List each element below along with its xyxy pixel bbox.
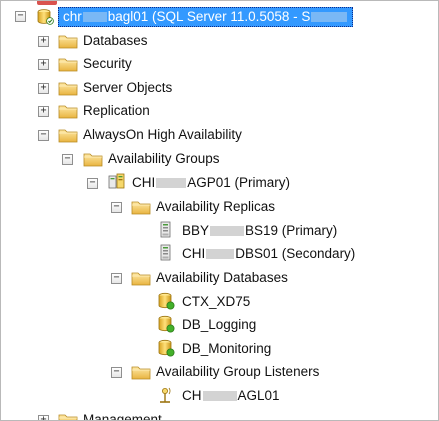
expand-toggle-icon[interactable]: + xyxy=(38,106,49,117)
replica-server-icon xyxy=(156,221,176,239)
listener-label[interactable]: CH AGL01 xyxy=(182,387,280,405)
collapse-toggle-icon[interactable]: − xyxy=(111,367,122,378)
expand-toggle-icon[interactable]: + xyxy=(38,36,49,47)
tree-node-listeners[interactable]: − Availability Group Listeners xyxy=(1,361,421,383)
tree-node-database[interactable]: DB_Logging xyxy=(1,314,421,336)
replica1-name-suffix: BS19 (Primary) xyxy=(245,223,338,238)
availability-replicas-label[interactable]: Availability Replicas xyxy=(156,198,275,216)
listener-name-suffix: AGL01 xyxy=(237,388,280,403)
listener-name-prefix: CH xyxy=(182,388,202,403)
database-label[interactable]: DB_Monitoring xyxy=(182,340,271,358)
server-label[interactable]: chr bagl01 (SQL Server 11.0.5058 - S xyxy=(58,7,354,27)
partial-top-icon xyxy=(37,1,57,5)
tree-node-availability-groups[interactable]: − Availability Groups xyxy=(1,148,421,170)
folder-icon xyxy=(131,269,151,287)
redacted-block xyxy=(210,226,245,237)
database-icon xyxy=(156,292,176,310)
folder-icon xyxy=(58,55,78,73)
availability-groups-label[interactable]: Availability Groups xyxy=(108,150,220,168)
tree-node-availability-replicas[interactable]: − Availability Replicas xyxy=(1,196,421,218)
ag-name-prefix: CHI xyxy=(132,175,156,190)
tree-node-listener[interactable]: CH AGL01 xyxy=(1,385,421,407)
folder-icon xyxy=(131,363,151,381)
folder-icon xyxy=(58,126,78,144)
replica-primary-label[interactable]: BBY BS19 (Primary) xyxy=(182,222,337,240)
server-name-suffix: bagl01 (SQL Server 11.0.5058 - S xyxy=(107,9,311,24)
redacted-block xyxy=(206,249,235,260)
expand-toggle-icon[interactable]: + xyxy=(38,415,49,420)
database-label[interactable]: DB_Logging xyxy=(182,316,256,334)
collapse-toggle-icon[interactable]: − xyxy=(111,202,122,213)
folder-icon xyxy=(131,198,151,216)
object-explorer-tree: − chr bagl01 (SQL Server 11.0.5058 - S + … xyxy=(0,0,439,421)
replica2-name-prefix: CHI xyxy=(182,246,206,261)
redacted-block xyxy=(156,178,187,189)
tree-node-availability-databases[interactable]: − Availability Databases xyxy=(1,267,421,289)
replica2-name-suffix: DBS01 (Secondary) xyxy=(235,246,356,261)
folder-icon xyxy=(58,79,78,97)
security-label[interactable]: Security xyxy=(83,55,132,73)
tree-node-replica-secondary[interactable]: CHI DBS01 (Secondary) xyxy=(1,243,421,265)
database-icon xyxy=(156,315,176,333)
expand-toggle-icon[interactable]: + xyxy=(38,59,49,70)
folder-icon xyxy=(58,411,78,421)
folder-icon xyxy=(58,102,78,120)
tree-node-replica-primary[interactable]: BBY BS19 (Primary) xyxy=(1,220,421,242)
tree-node-availability-group[interactable]: − CHI AGP01 (Primary) xyxy=(1,172,421,194)
database-label[interactable]: CTX_XD75 xyxy=(182,293,250,311)
availability-group-icon xyxy=(108,173,125,189)
collapse-toggle-icon[interactable]: − xyxy=(15,11,26,22)
tree-node-server-objects[interactable]: + Server Objects xyxy=(1,77,421,99)
listeners-label[interactable]: Availability Group Listeners xyxy=(156,363,319,381)
collapse-toggle-icon[interactable]: − xyxy=(87,178,98,189)
redacted-block xyxy=(311,12,348,23)
folder-icon xyxy=(83,150,103,168)
collapse-toggle-icon[interactable]: − xyxy=(111,273,122,284)
expand-toggle-icon[interactable]: + xyxy=(38,83,49,94)
folder-icon xyxy=(58,32,78,50)
redacted-block xyxy=(202,391,237,402)
server-icon xyxy=(37,9,54,25)
collapse-toggle-icon[interactable]: − xyxy=(62,154,73,165)
alwayson-label[interactable]: AlwaysOn High Availability xyxy=(83,126,242,144)
listener-icon xyxy=(160,387,171,403)
server-objects-label[interactable]: Server Objects xyxy=(83,79,172,97)
replica1-name-prefix: BBY xyxy=(182,223,210,238)
tree-node-databases[interactable]: + Databases xyxy=(1,30,421,52)
database-icon xyxy=(156,339,176,357)
tree-node-replication[interactable]: + Replication xyxy=(1,100,421,122)
tree-node-server[interactable]: − chr bagl01 (SQL Server 11.0.5058 - S xyxy=(1,6,421,28)
tree-node-management[interactable]: + Management xyxy=(1,409,421,421)
server-name-prefix: chr xyxy=(63,9,82,24)
availability-group-label[interactable]: CHI AGP01 (Primary) xyxy=(132,174,290,192)
tree-node-security[interactable]: + Security xyxy=(1,53,421,75)
replica-server-icon xyxy=(156,244,176,262)
tree-node-database[interactable]: DB_Monitoring xyxy=(1,338,421,360)
redacted-block xyxy=(82,12,107,23)
replica-secondary-label[interactable]: CHI DBS01 (Secondary) xyxy=(182,245,355,263)
availability-databases-label[interactable]: Availability Databases xyxy=(156,269,288,287)
tree-node-alwayson[interactable]: − AlwaysOn High Availability xyxy=(1,124,421,146)
replication-label[interactable]: Replication xyxy=(83,102,150,120)
tree-node-database[interactable]: CTX_XD75 xyxy=(1,291,421,313)
ag-name-suffix: AGP01 (Primary) xyxy=(187,175,291,190)
management-label[interactable]: Management xyxy=(83,411,162,420)
collapse-toggle-icon[interactable]: − xyxy=(38,130,49,141)
databases-label[interactable]: Databases xyxy=(83,32,148,50)
